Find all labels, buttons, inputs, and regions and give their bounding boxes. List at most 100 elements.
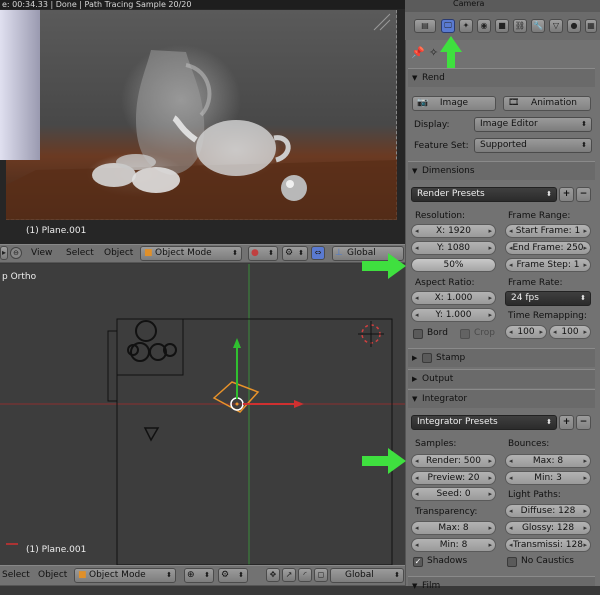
menu-toggle-icon[interactable]: ⊖ [10, 247, 22, 259]
remap-old-value: 100 [517, 327, 535, 337]
bounces-min-field[interactable]: ◂ Min: 3 ▸ [505, 471, 591, 485]
integrator-section-header[interactable]: ▼ Integrator [408, 389, 595, 408]
integrator-presets-dropdown[interactable]: Integrator Presets ⬍ [411, 415, 557, 430]
remap-old-field[interactable]: ◂ 100 ▸ [505, 325, 547, 339]
arrow-right-icon: ▸ [488, 541, 492, 549]
arrow-right-icon: ▸ [488, 311, 492, 319]
render-samples-field[interactable]: ◂ Render: 500 ▸ [411, 454, 496, 468]
mode-selector[interactable]: ■ Object Mode ⬍ [140, 246, 242, 261]
arrow-left-icon: ◂ [509, 524, 513, 532]
resize-corner-icon[interactable] [370, 12, 392, 32]
remap-new-field[interactable]: ◂ 100 ▸ [549, 325, 591, 339]
add-preset-button[interactable]: + [559, 187, 574, 202]
highlight-arrow-right-resolution [362, 253, 406, 279]
transmission-bounces-field[interactable]: ◂ Transmissi: 128 ▸ [505, 538, 591, 552]
display-dropdown[interactable]: Image Editor ⬍ [474, 117, 592, 132]
render-presets-dropdown[interactable]: Render Presets ⬍ [411, 187, 557, 202]
resolution-percentage-slider[interactable]: 50% [411, 258, 496, 272]
pin-icon[interactable]: 📌 [411, 46, 425, 59]
chevron-updown-icon: ⬍ [298, 249, 304, 257]
cube-icon: ■ [144, 248, 153, 258]
arrow-right-icon: ▸ [539, 328, 543, 336]
glossy-bounces-field[interactable]: ◂ Glossy: 128 ▸ [505, 521, 591, 535]
viewport-shading-selector[interactable]: ● ⬍ [248, 246, 278, 261]
remove-preset-button[interactable]: − [576, 187, 591, 202]
stamp-section-header[interactable]: ▶ Stamp [408, 348, 595, 367]
dimensions-section-header[interactable]: ▼ Dimensions [408, 161, 595, 180]
no-caustics-checkbox[interactable] [507, 557, 517, 567]
texture-tab-icon[interactable]: ▦ [585, 19, 597, 33]
feature-set-dropdown[interactable]: Supported ⬍ [474, 138, 592, 153]
data-tab-icon[interactable]: ▽ [549, 19, 563, 33]
film-section-header[interactable]: ▼ Film [408, 576, 595, 591]
menu-select[interactable]: Select [66, 244, 94, 262]
render-image-label: Image [439, 98, 469, 108]
stamp-checkbox[interactable] [422, 353, 432, 363]
shadows-checkbox[interactable]: ✓ [413, 557, 423, 567]
expand-triangle-icon: ▼ [412, 395, 418, 403]
no-caustics-label: No Caustics [521, 556, 574, 566]
arrow-right-icon: ▸ [583, 541, 587, 549]
material-tab-icon[interactable]: ● [567, 19, 581, 33]
manipulator-move-icon[interactable]: ↗ [282, 568, 296, 582]
transparency-min-value: Min: 8 [439, 540, 468, 550]
border-checkbox[interactable] [413, 329, 423, 339]
manipulator-toggle-icon[interactable]: ⇔ [311, 246, 325, 260]
3d-viewport[interactable] [0, 264, 405, 565]
bottom-menu-object[interactable]: Object [38, 566, 67, 584]
remove-integrator-preset-button[interactable]: − [576, 415, 591, 430]
menu-view[interactable]: View [31, 244, 52, 262]
scene-tab-icon[interactable]: ✦ [459, 19, 473, 33]
constraints-tab-icon[interactable]: ⛓ [513, 19, 527, 33]
diffuse-bounces-field[interactable]: ◂ Diffuse: 128 ▸ [505, 504, 591, 518]
bottom-snap-selector[interactable]: ⚙ ⬍ [218, 568, 248, 583]
bottom-mode-selector[interactable]: ■ Object Mode ⬍ [74, 568, 176, 583]
bottom-pivot-selector[interactable]: ⊕ ⬍ [184, 568, 214, 583]
aspect-y-value: Y: 1.000 [435, 310, 472, 320]
manipulator-scale-icon[interactable]: ◻ [314, 568, 328, 582]
remap-new-value: 100 [561, 327, 579, 337]
bottom-menu-select[interactable]: Select [2, 566, 30, 584]
modifiers-tab-icon[interactable]: 🔧 [531, 19, 545, 33]
bottom-orientation-selector[interactable]: Global ⬍ [330, 568, 404, 583]
object-tab-icon[interactable]: ■ [495, 19, 509, 33]
pivot-selector[interactable]: ⚙ ⬍ [282, 246, 308, 261]
render-section-header[interactable]: ▼ Rend [408, 68, 595, 87]
seed-field[interactable]: ◂ Seed: 0 ▸ [411, 487, 496, 501]
bottom-mode-label: Object Mode [89, 570, 146, 580]
render-image [6, 10, 397, 220]
bounces-max-field[interactable]: ◂ Max: 8 ▸ [505, 454, 591, 468]
render-image-button[interactable]: 📷 Image [412, 96, 496, 111]
add-integrator-preset-button[interactable]: + [559, 415, 574, 430]
transparency-min-field[interactable]: ◂ Min: 8 ▸ [411, 538, 496, 552]
start-frame-field[interactable]: ◂ Start Frame: 1 ▸ [505, 224, 591, 238]
arrow-right-icon: ▸ [583, 524, 587, 532]
crop-checkbox[interactable] [460, 329, 470, 339]
end-frame-field[interactable]: ◂ End Frame: 250 ▸ [505, 241, 591, 255]
resolution-y-field[interactable]: ◂ Y: 1080 ▸ [411, 241, 496, 255]
dimensions-title: Dimensions [422, 166, 475, 176]
render-animation-button[interactable]: 🎞 Animation [503, 96, 591, 111]
world-tab-icon[interactable]: ◉ [477, 19, 491, 33]
resolution-x-field[interactable]: ◂ X: 1920 ▸ [411, 224, 496, 238]
manipulator-rotate-icon[interactable]: ◜ [298, 568, 312, 582]
render-tab-icon[interactable]: 🖵 [441, 19, 455, 33]
stamp-title: Stamp [436, 353, 466, 363]
preview-samples-field[interactable]: ◂ Preview: 20 ▸ [411, 471, 496, 485]
aspect-y-field[interactable]: ◂ Y: 1.000 ▸ [411, 308, 496, 322]
aspect-x-field[interactable]: ◂ X: 1.000 ▸ [411, 291, 496, 305]
manipulator-translate-icon[interactable]: ✥ [266, 568, 280, 582]
frame-step-field[interactable]: ◂ Frame Step: 1 ▸ [505, 258, 591, 272]
transparency-max-field[interactable]: ◂ Max: 8 ▸ [411, 521, 496, 535]
output-section-header[interactable]: ▶ Output [408, 369, 595, 388]
editor-type-selector-icon[interactable]: ▤ [414, 19, 436, 33]
chevron-updown-icon: ⬍ [546, 418, 552, 426]
samples-label: Samples: [415, 439, 457, 449]
menu-object[interactable]: Object [104, 244, 133, 262]
frame-rate-dropdown[interactable]: 24 fps ⬍ [505, 291, 591, 306]
glossy-value: Glossy: 128 [521, 523, 575, 533]
start-frame-value: Start Frame: 1 [515, 226, 581, 236]
chevron-updown-icon: ⬍ [238, 571, 244, 579]
crop-label: Crop [474, 328, 496, 338]
editor-type-icon[interactable]: ▸ [0, 246, 8, 260]
